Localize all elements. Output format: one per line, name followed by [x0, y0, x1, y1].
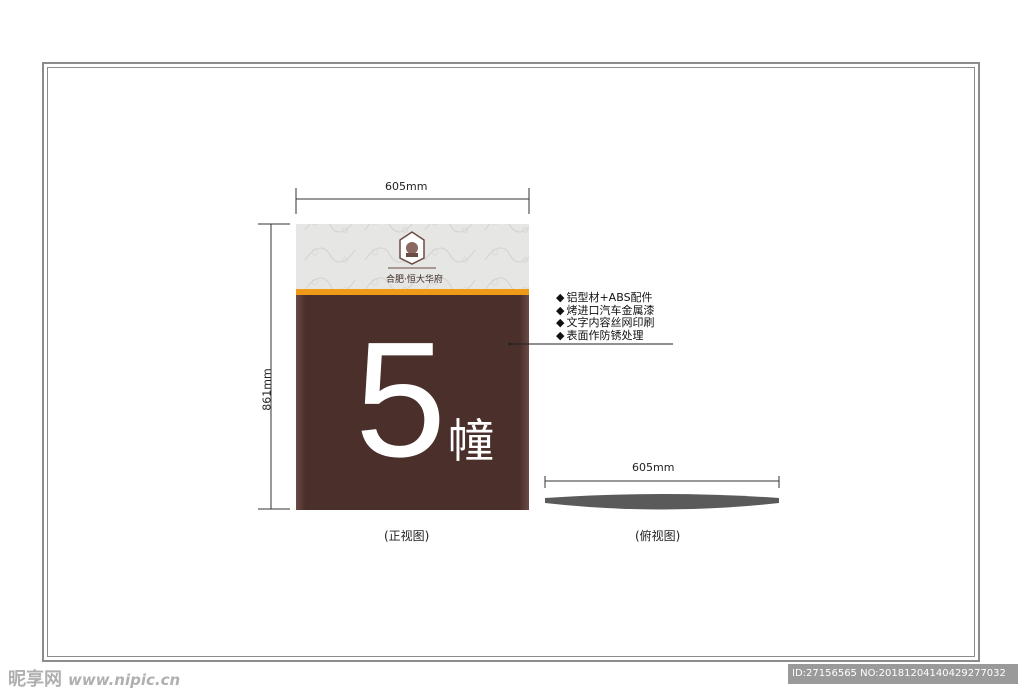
sign-top-view-profile: [545, 494, 779, 510]
width-label-top: 605mm: [632, 461, 675, 474]
watermark-brand: 昵享网 www.nipic.cn: [8, 665, 180, 691]
spec-list: 铝型材+ABS配件 烤进口汽车金属漆 文字内容丝网印刷 表面作防锈处理: [556, 291, 654, 343]
watermark-id-strip: ID:27156565 NO:20181204140429277032: [788, 664, 1018, 684]
spec-item: 表面作防锈处理: [556, 329, 654, 343]
width-label-front: 605mm: [385, 180, 428, 193]
caption-front-view: (正视图): [384, 529, 430, 543]
dimension-width-top: [544, 476, 780, 488]
logo-text: 合肥·恒大华府: [386, 275, 443, 285]
spec-callout-line: [508, 342, 673, 346]
caption-top-view: (俯视图): [635, 529, 681, 543]
spec-item: 文字内容丝网印刷: [556, 316, 654, 330]
dimension-height: [258, 223, 290, 510]
height-label: 861mm: [260, 368, 274, 411]
sign-unit: 幢: [448, 414, 494, 468]
spec-item: 铝型材+ABS配件: [556, 291, 654, 305]
sign-accent-stripe: [296, 289, 529, 295]
watermark-url: www.nipic.cn: [68, 671, 181, 689]
watermark-brand-name: 昵享网: [8, 669, 62, 690]
sign-number: 5: [355, 308, 447, 491]
technical-drawing: [258, 188, 780, 510]
